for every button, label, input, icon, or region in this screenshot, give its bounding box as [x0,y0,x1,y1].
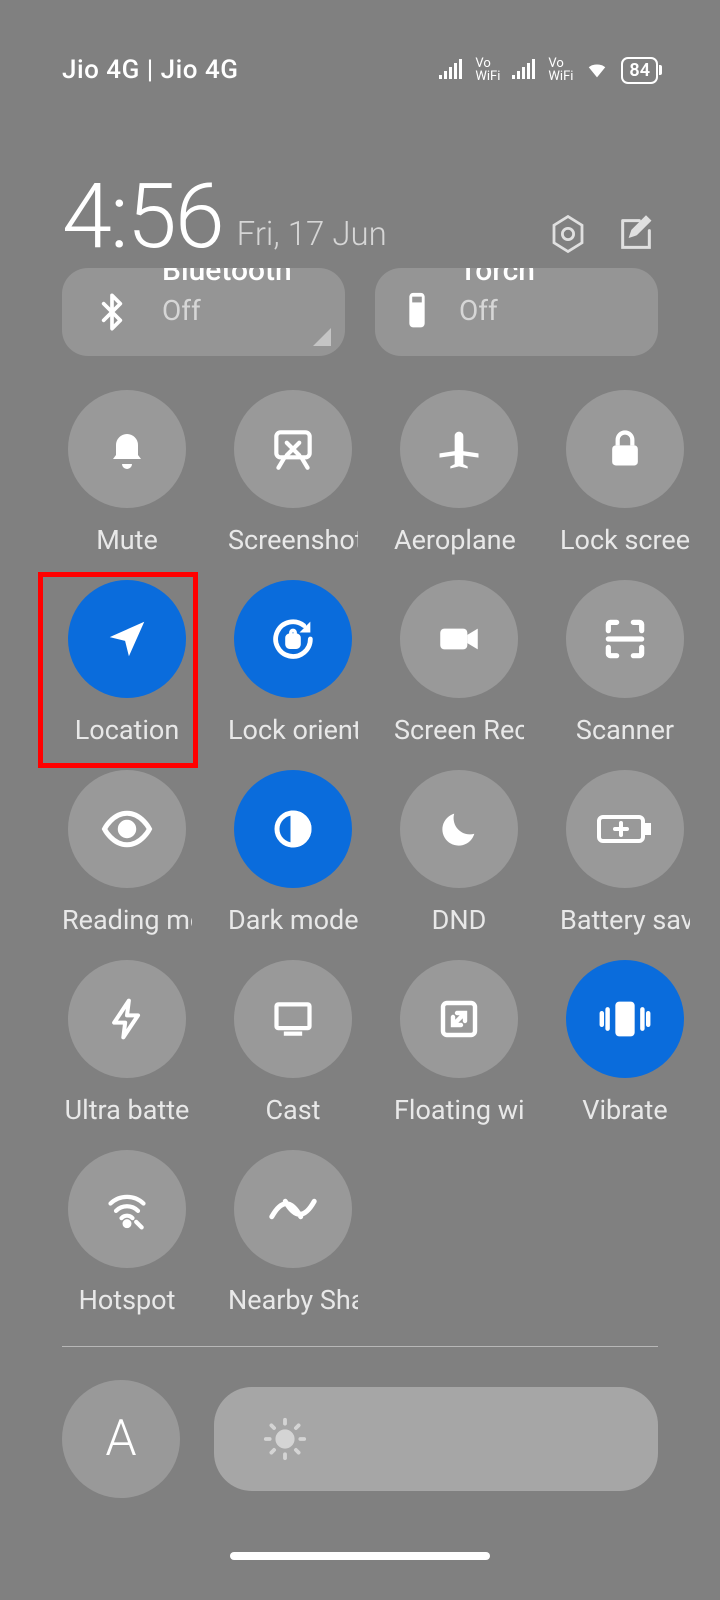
videocam-icon [400,580,518,698]
tile-screenshot[interactable]: Screenshot [228,390,358,556]
bolt-icon [68,960,186,1078]
bluetooth-status: Off [162,294,292,327]
tile-videocam[interactable]: Screen Rec [394,580,524,746]
bluetooth-tile[interactable]: Bluetooth Off [62,268,345,356]
tile-hotspot[interactable]: Hotspot [62,1150,192,1316]
tile-label: Screen Rec [394,714,524,746]
batteryplus-icon [566,770,684,888]
tile-vibrate[interactable]: Vibrate [560,960,690,1126]
tile-label: Reading mo [62,904,192,936]
vowifi-label-1: Vo WiFi [475,57,500,83]
tile-moon[interactable]: DND [394,770,524,936]
tile-label: Battery sav [560,904,690,936]
tile-label: Vibrate [582,1094,667,1126]
darkmode-icon [234,770,352,888]
lock-icon [566,390,684,508]
bluetooth-icon [92,289,132,335]
tile-darkmode[interactable]: Dark mode [228,770,358,936]
torch-icon [405,289,429,335]
tile-location[interactable]: Location [62,580,192,746]
tile-label: Aeroplane m [394,524,524,556]
tile-nearby[interactable]: Nearby Sha [228,1150,358,1316]
bell-icon [68,390,186,508]
brightness-row: A [62,1380,658,1498]
cast-icon [234,960,352,1078]
auto-brightness-button[interactable]: A [62,1380,180,1498]
signal-icon-2 [510,59,538,81]
tile-label: Lock screen [560,524,690,556]
vibrate-icon [566,960,684,1078]
clock-time: 4:56 [62,172,223,262]
torch-status: Off [459,294,535,327]
tile-label: Location [75,714,179,746]
screenshot-icon [234,390,352,508]
eye-icon [68,770,186,888]
settings-icon[interactable] [546,212,590,256]
bluetooth-title: Bluetooth [162,268,292,288]
tile-airplane[interactable]: Aeroplane m [394,390,524,556]
tile-label: DND [432,904,487,936]
expand-corner-icon [313,328,331,346]
tile-scan[interactable]: Scanner [560,580,690,746]
battery-indicator: 84 [621,57,658,84]
signal-icon-1 [437,59,465,81]
qs-header: 4:56 Fri, 17 Jun [62,172,658,262]
tile-lock[interactable]: Lock screen [560,390,690,556]
tile-label: Hotspot [79,1284,176,1316]
vowifi-label-2: Vo WiFi [548,57,573,83]
moon-icon [400,770,518,888]
torch-title: Torch [459,268,535,288]
home-indicator [230,1552,490,1560]
brightness-slider[interactable] [214,1387,658,1491]
edit-icon[interactable] [614,212,658,256]
rotationlock-icon [234,580,352,698]
tile-eye[interactable]: Reading mo [62,770,192,936]
tile-rotationlock[interactable]: Lock orient [228,580,358,746]
grid-divider [62,1346,658,1347]
tile-label: Screenshot [228,524,358,556]
floating-icon [400,960,518,1078]
wifi-icon [583,59,611,81]
airplane-icon [400,390,518,508]
tile-label: Nearby Sha [228,1284,358,1316]
wide-tile-row: Bluetooth Off Torch Off [62,268,658,356]
carrier-label: Jio 4G | Jio 4G [62,55,238,85]
nearby-icon [234,1150,352,1268]
clock-date: Fri, 17 Jun [237,215,387,254]
tile-cast[interactable]: Cast [228,960,358,1126]
scan-icon [566,580,684,698]
tile-bolt[interactable]: Ultra batte [62,960,192,1126]
battery-pct: 84 [621,57,658,84]
tile-floating[interactable]: Floating wi [394,960,524,1126]
hotspot-icon [68,1150,186,1268]
status-bar: Jio 4G | Jio 4G Vo WiFi Vo WiFi 84 [0,0,720,140]
tile-bell[interactable]: Mute [62,390,192,556]
tile-label: Scanner [576,714,674,746]
tile-label: Cast [265,1094,320,1126]
tile-batteryplus[interactable]: Battery sav [560,770,690,936]
tile-label: Mute [96,524,158,556]
tile-label: Ultra batte [65,1094,190,1126]
status-icons: Vo WiFi Vo WiFi 84 [437,57,658,84]
tile-label: Floating wi [394,1094,524,1126]
torch-tile[interactable]: Torch Off [375,268,658,356]
location-icon [68,580,186,698]
tile-label: Lock orient [228,714,358,746]
tile-label: Dark mode [228,904,358,936]
brightness-sun-icon [262,1416,308,1462]
quick-settings-grid: MuteScreenshotAeroplane mLock screenLoca… [62,390,658,1316]
